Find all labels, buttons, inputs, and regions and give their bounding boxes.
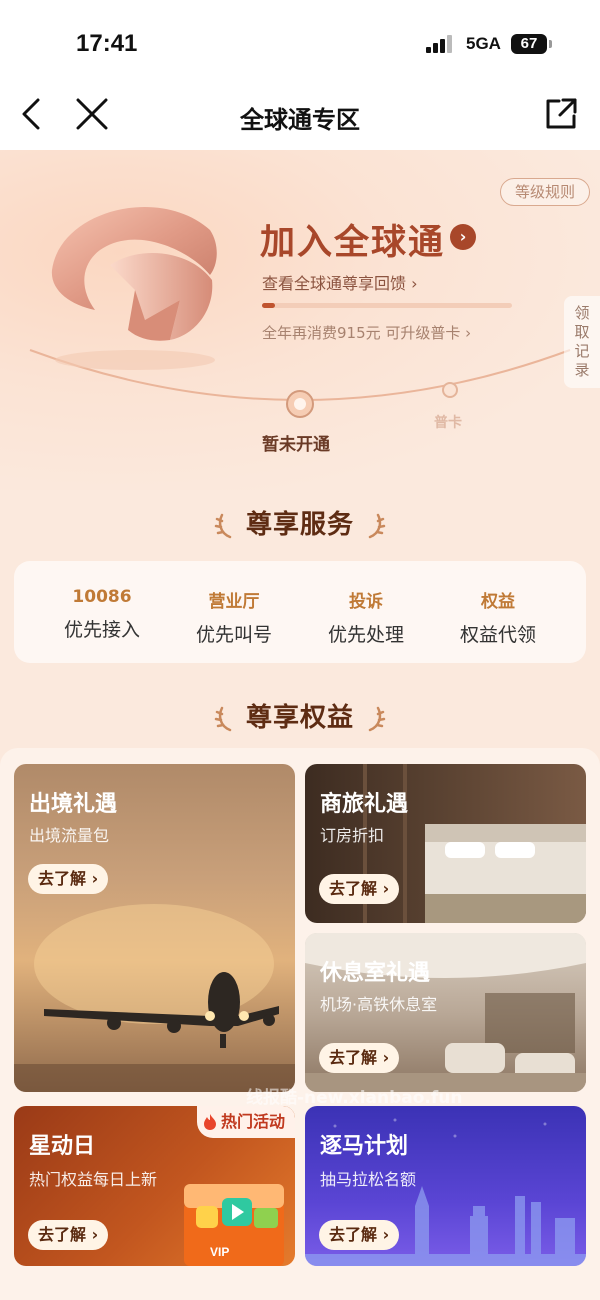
level-rules-button[interactable]: 等级规则 [500,178,590,206]
network-type: 5GA [466,34,501,53]
outbound-subtitle: 出境流量包 [29,826,110,845]
service-bottom-label: 优先接入 [63,619,140,641]
svg-text:VIP: VIP [210,1245,229,1259]
lounge-title: 休息室礼遇 [320,961,431,986]
benefits-section-title: 尊享权益 [0,697,600,734]
battery-tip [549,40,552,48]
battery-icon: 67 [511,34,547,54]
upgrade-label: 全年再消费915元 可升级普卡 [262,324,461,342]
button-label: 去了解 [329,879,378,898]
watermark: 线报酷-new.xianbao.fun [246,1088,463,1108]
view-benefits-link[interactable]: 查看全球通尊享回馈 › [262,270,418,294]
service-bottom-label: 优先处理 [327,624,404,646]
hot-activity-tag: 热门活动 [196,1106,295,1138]
laurel-left-icon [214,513,232,538]
business-subtitle: 订房折扣 [320,826,385,845]
upgrade-link[interactable]: 全年再消费915元 可升级普卡 › [262,322,471,343]
marathon-title: 逐马计划 [320,1134,409,1159]
service-item-hall[interactable]: 营业厅 优先叫号 [168,561,300,647]
service-top-label: 投诉 [349,592,383,612]
button-label: 去了解 [329,1225,378,1244]
join-arrow-icon[interactable]: › [450,224,476,250]
service-item-rights[interactable]: 权益 权益代领 [432,561,564,647]
upgrade-progress-bar [262,303,512,308]
marathon-learn-button[interactable]: 去了解 › [319,1220,400,1250]
current-level-label: 暂未开通 [262,435,330,455]
share-icon[interactable] [543,96,579,132]
services-card: 10086 优先接入 营业厅 优先叫号 投诉 优先处理 权益 权益代领 [14,561,586,663]
services-title-text: 尊享服务 [245,510,354,540]
outbound-benefit-card[interactable]: 出境礼遇 出境流量包 去了解 › [14,764,295,1092]
business-travel-card[interactable]: 商旅礼遇 订房折扣 去了解 › [305,764,586,923]
lounge-card[interactable]: 休息室礼遇 机场·高铁休息室 去了解 › [305,933,586,1092]
benefits-title-text: 尊享权益 [245,703,354,733]
laurel-right-icon [368,513,386,538]
flame-icon [203,1114,216,1130]
signal-icon [426,35,456,53]
marathon-card[interactable]: 逐马计划 抽马拉松名额 去了解 › [305,1106,586,1266]
service-bottom-label: 权益代领 [459,624,536,646]
nav-bar: 全球通专区 [0,80,600,150]
laurel-left-icon [214,706,232,731]
service-bottom-label: 优先叫号 [195,624,272,646]
button-label: 去了解 [38,869,87,888]
laurel-right-icon [368,706,386,731]
service-top-label: 权益 [481,592,515,612]
button-label: 去了解 [38,1225,87,1244]
page-title: 全球通专区 [240,106,360,134]
marathon-subtitle: 抽马拉松名额 [320,1170,417,1189]
star-title: 星动日 [29,1134,96,1159]
join-title[interactable]: 加入全球通 [260,214,445,265]
star-day-card[interactable]: VIP 热门活动 星动日 热门权益每日上新 去了解 › [14,1106,295,1266]
service-top-label: 营业厅 [208,592,260,612]
star-subtitle: 热门权益每日上新 [29,1170,158,1189]
outbound-title: 出境礼遇 [29,792,118,817]
status-time: 17:41 [76,30,138,57]
next-level-label: 普卡 [434,415,462,431]
outbound-learn-button[interactable]: 去了解 › [28,864,109,894]
view-benefits-label: 查看全球通尊享回馈 [262,274,407,293]
button-label: 去了解 [329,1048,378,1067]
claim-record-tab[interactable]: 领取记录 [564,296,600,388]
status-bar: 17:41 5GA 67 [0,0,600,80]
service-item-10086[interactable]: 10086 优先接入 [36,561,168,642]
hot-tag-label: 热门活动 [220,1112,285,1131]
star-learn-button[interactable]: 去了解 › [28,1220,109,1250]
service-top-label: 10086 [72,587,132,607]
lounge-learn-button[interactable]: 去了解 › [319,1043,400,1073]
services-section-title: 尊享服务 [0,504,600,541]
lounge-subtitle: 机场·高铁休息室 [320,995,438,1014]
upgrade-progress-fill [262,303,275,308]
globe-logo-icon [51,206,217,370]
business-learn-button[interactable]: 去了解 › [319,874,400,904]
business-title: 商旅礼遇 [320,792,409,817]
service-item-complaint[interactable]: 投诉 优先处理 [300,561,432,647]
